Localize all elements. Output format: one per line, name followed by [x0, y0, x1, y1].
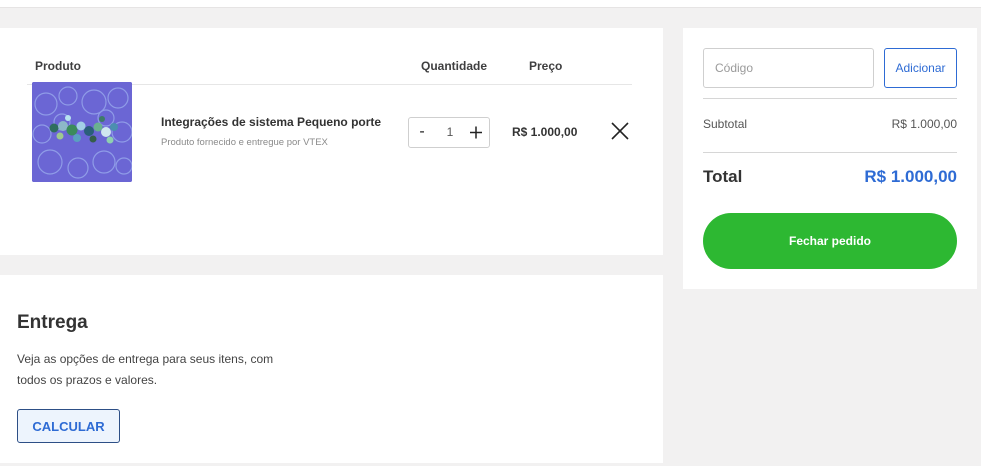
plus-icon	[470, 126, 482, 139]
product-image-graphic	[32, 82, 132, 182]
summary-divider	[703, 98, 957, 99]
quantity-stepper: - 1	[408, 117, 490, 148]
delivery-description: Veja as opções de entrega para seus iten…	[17, 352, 274, 387]
product-image[interactable]	[32, 82, 132, 182]
remove-item-button[interactable]	[609, 120, 631, 142]
delivery-panel: Entrega Veja as opções de entrega para s…	[0, 275, 663, 463]
cart-table-header: Produto Quantidade Preço	[27, 28, 632, 85]
top-header-strip	[0, 0, 981, 8]
quantity-increase-button[interactable]	[463, 118, 489, 147]
header-price: Preço	[529, 59, 563, 73]
checkout-button[interactable]: Fechar pedido	[703, 213, 957, 269]
total-label: Total	[703, 167, 743, 186]
summary-divider	[703, 152, 957, 153]
product-name[interactable]: Integrações de sistema Pequeno porte	[161, 115, 381, 129]
calculate-shipping-button[interactable]: CALCULAR	[17, 409, 120, 443]
order-summary-panel: Adicionar Subtotal R$ 1.000,00 Total R$ …	[683, 28, 977, 289]
quantity-value[interactable]: 1	[435, 118, 465, 147]
coupon-code-input[interactable]	[703, 48, 874, 88]
subtotal-label: Subtotal	[703, 117, 748, 131]
close-icon	[611, 122, 629, 140]
add-coupon-button[interactable]: Adicionar	[884, 48, 957, 88]
product-price: R$ 1.000,00	[512, 125, 578, 139]
delivery-title: Entrega	[17, 312, 88, 333]
subtotal-value: R$ 1.000,00	[891, 117, 957, 131]
header-product: Produto	[35, 59, 81, 73]
header-quantity: Quantidade	[421, 59, 488, 73]
total-value: R$ 1.000,00	[864, 167, 957, 186]
product-seller: Produto fornecido e entregue por VTEX	[161, 137, 328, 148]
quantity-decrease-button[interactable]: -	[409, 118, 435, 147]
